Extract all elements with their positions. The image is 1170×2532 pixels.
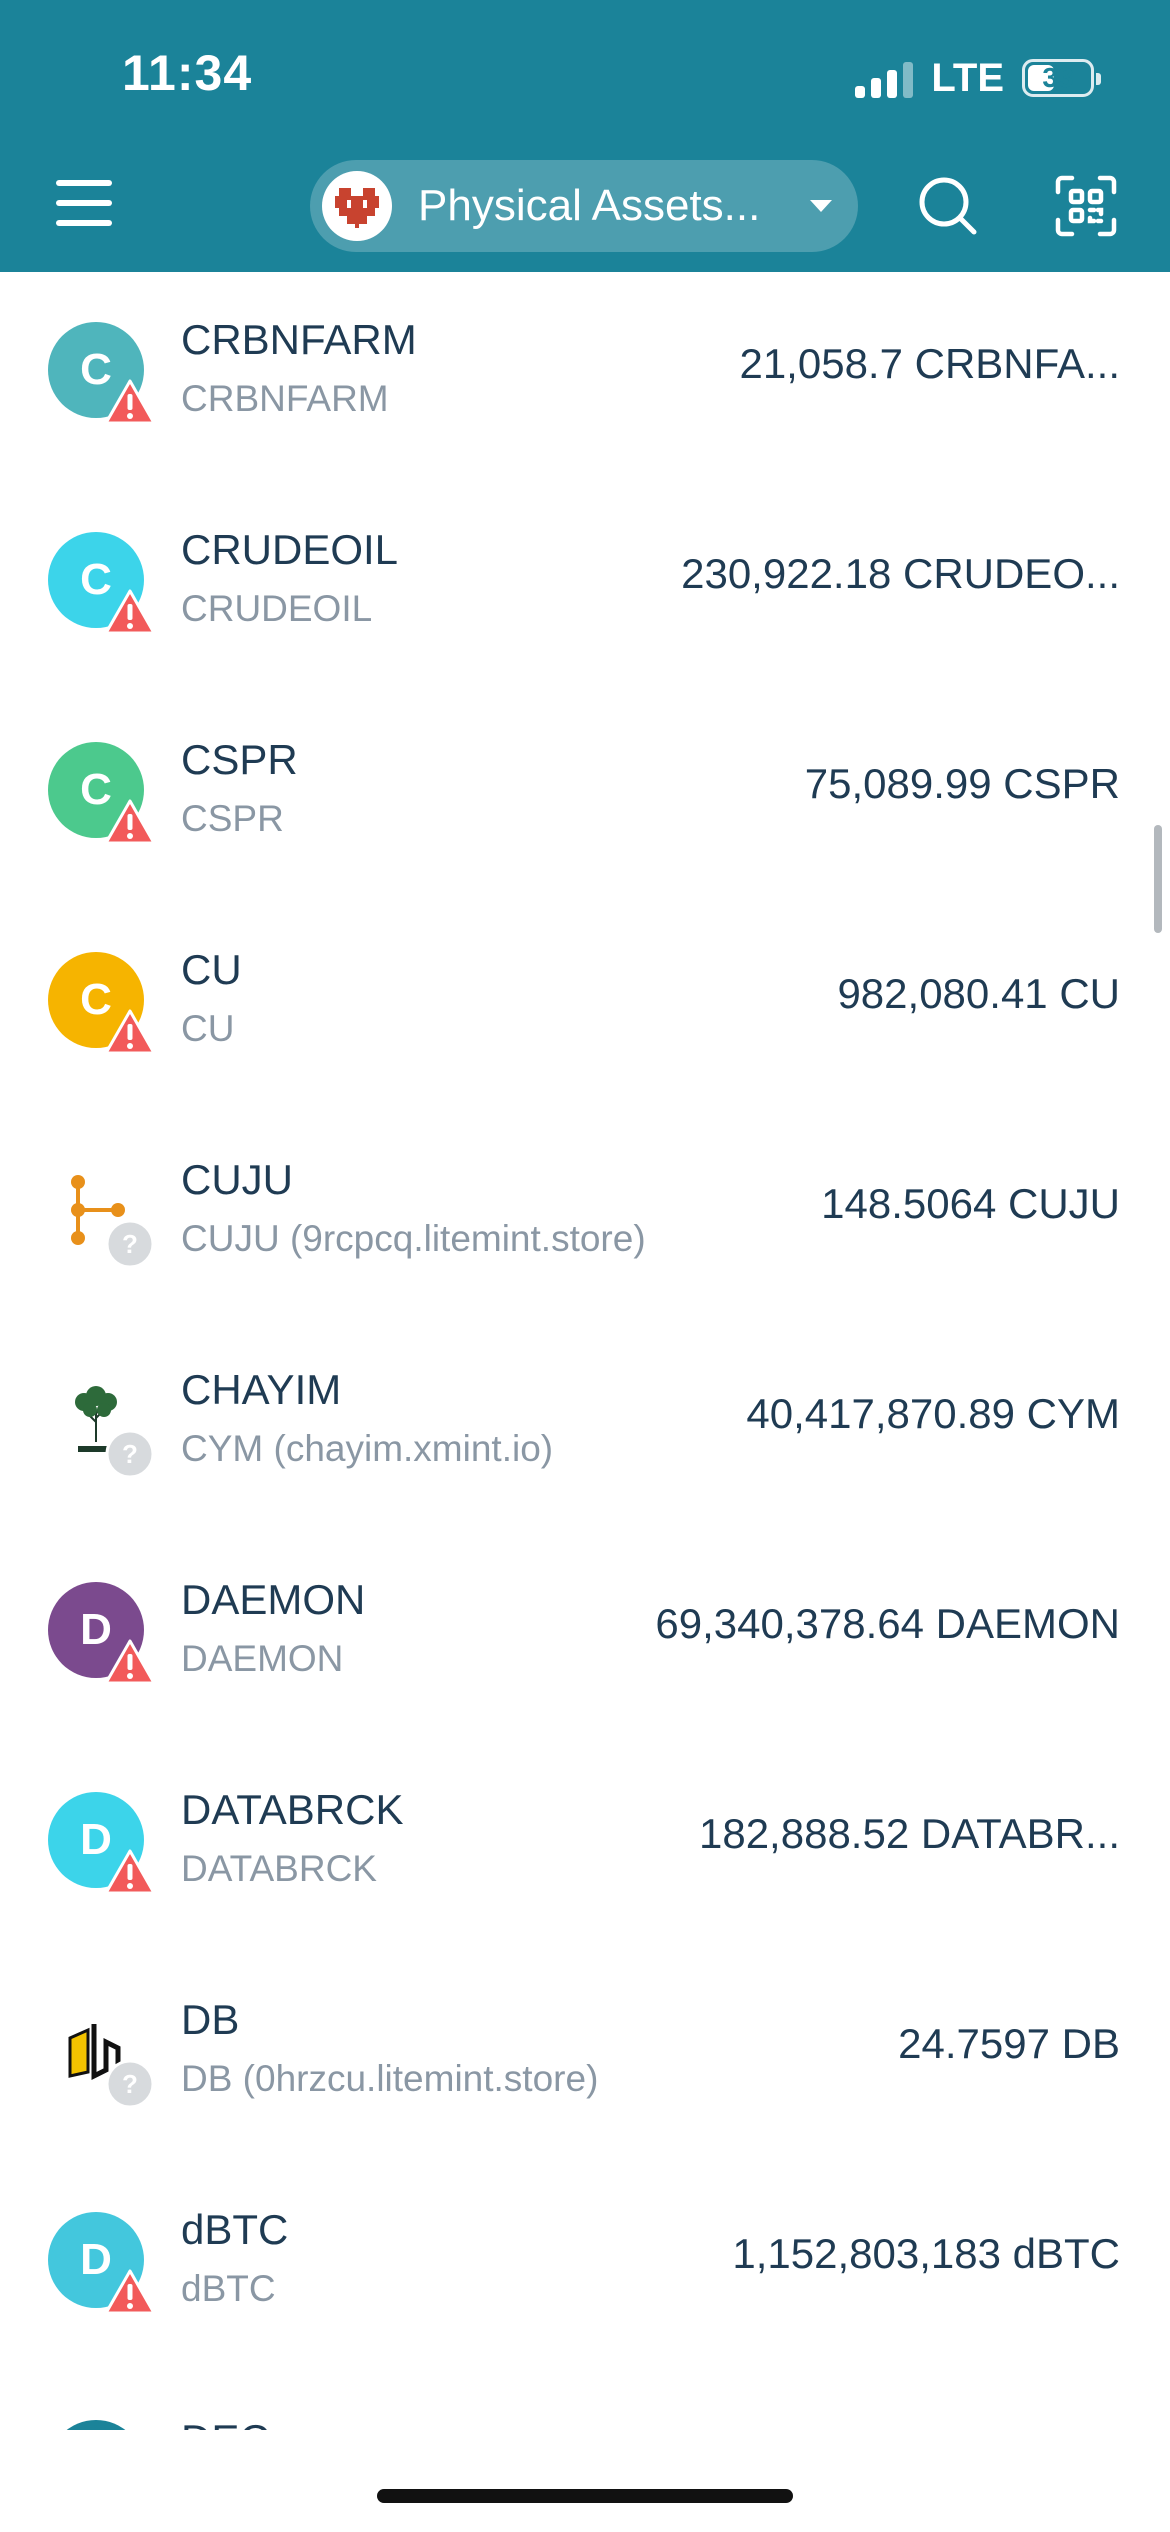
search-icon[interactable] [916,174,980,238]
token-row[interactable]: C CSPR CSPR 75,089.99 CSPR [0,692,1170,902]
hamburger-menu-icon[interactable] [56,180,112,226]
token-name: CHAYIM [181,1366,342,1413]
token-balance: 982,080.41 CU [837,970,1120,1017]
question-mark-icon: ? [104,2058,156,2109]
token-name: DB [181,1996,240,2043]
question-mark-icon: ? [104,1218,156,1269]
token-avatar [48,2420,144,2430]
dropdown-caret-icon [810,200,832,212]
token-list: C CRBNFARM CRBNFARM 21,058.7 CRBNFA... C CRUD… [0,272,1170,2430]
token-row[interactable]: C CRBNFARM CRBNFARM 21,058.7 CRBNFA... [0,272,1170,482]
warning-icon [104,588,156,636]
token-name: DATABRCK [181,1786,404,1833]
token-subtitle: CUJU (9rcpcq.litemint.store) [181,1218,646,1259]
token-subtitle: CSPR [181,798,284,839]
token-subtitle: CU [181,1008,235,1049]
warning-icon [104,1638,156,1686]
token-name: CSPR [181,736,298,783]
token-balance: 148.5064 CUJU [821,1180,1120,1227]
battery-level: 33 [1042,62,1074,93]
pixel-heart-icon [335,188,379,228]
token-balance: 182,888.52 DATABR... [698,1810,1120,1857]
wallet-name: Physical Assets... [418,181,761,230]
token-name: CRBNFARM [181,316,417,363]
token-row-partial[interactable]: DEC [0,2420,1170,2430]
token-subtitle: CRBNFARM [181,378,389,419]
network-type: LTE [931,55,1004,100]
token-subtitle: DB (0hrzcu.litemint.store) [181,2058,599,2099]
token-name: dBTC [181,2206,289,2253]
scrollbar[interactable] [1154,825,1162,933]
qr-scan-icon[interactable] [1054,174,1118,238]
token-row[interactable]: D DAEMON DAEMON 69,340,378.64 DAEMON [0,1532,1170,1742]
status-time: 11:34 [122,45,253,101]
token-subtitle: CYM (chayim.xmint.io) [181,1428,554,1469]
token-name: CUJU [181,1156,293,1203]
question-mark-icon: ? [104,1428,156,1479]
token-balance: 21,058.7 CRBNFA... [739,340,1120,387]
home-indicator[interactable] [377,2489,793,2503]
token-row[interactable]: ? CUJU CUJU (9rcpcq.litemint.store) 148.506… [0,1112,1170,1322]
battery-icon: 33 [1022,59,1101,97]
svg-text:?: ? [122,1439,138,1469]
token-name: CRUDEOIL [181,526,399,573]
wallet-avatar [322,171,392,241]
token-name: DEC [181,2420,270,2430]
token-row[interactable]: DdBTC dBTC 1,152,803,183 dBTC [0,2162,1170,2372]
token-subtitle: dBTC [181,2268,276,2309]
warning-icon [104,1848,156,1896]
token-name: DAEMON [181,1576,366,1623]
token-subtitle: DATABRCK [181,1848,377,1889]
svg-text:?: ? [122,2069,138,2099]
token-name: CU [181,946,242,993]
token-subtitle: DAEMON [181,1638,344,1679]
token-balance: 24.7597 DB [898,2020,1120,2067]
status-indicators: LTE 33 [855,50,1101,106]
wallet-selector[interactable]: Physical Assets... [310,160,858,252]
warning-icon [104,798,156,846]
token-subtitle: CRUDEOIL [181,588,373,629]
cellular-signal-icon [855,58,914,98]
token-row[interactable]: ? CHAYIM CYM (chayim.xmint.io) 40,417,870.8… [0,1322,1170,1532]
token-balance: 1,152,803,183 dBTC [732,2230,1120,2277]
warning-icon [104,2268,156,2316]
warning-icon [104,378,156,426]
warning-icon [104,1008,156,1056]
token-balance: 230,922.18 CRUDEO... [681,550,1120,597]
token-row[interactable]: C CU CU 982,080.41 CU [0,902,1170,1112]
app-header: 11:34 LTE 33 Physical Assets... [0,0,1170,272]
token-balance: 40,417,870.89 CYM [746,1390,1120,1437]
svg-text:?: ? [122,1229,138,1259]
token-row[interactable]: ? DB DB (0hrzcu.litemint.store) 24.7597 DB [0,1952,1170,2162]
token-balance: 69,340,378.64 DAEMON [655,1600,1120,1647]
token-balance: 75,089.99 CSPR [804,760,1120,807]
token-row[interactable]: D DATABRCK DATABRCK 182,888.52 DATABR... [0,1742,1170,1952]
token-row[interactable]: C CRUDEOIL CRUDEOIL 230,922.18 CRUDEO... [0,482,1170,692]
